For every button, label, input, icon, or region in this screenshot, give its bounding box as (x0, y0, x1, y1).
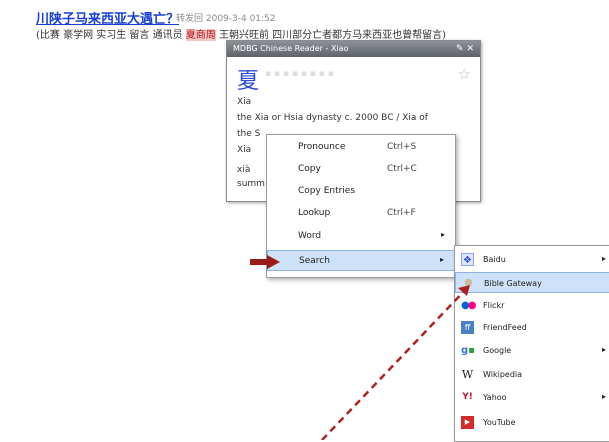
dashed-pointer-line (321, 284, 471, 440)
